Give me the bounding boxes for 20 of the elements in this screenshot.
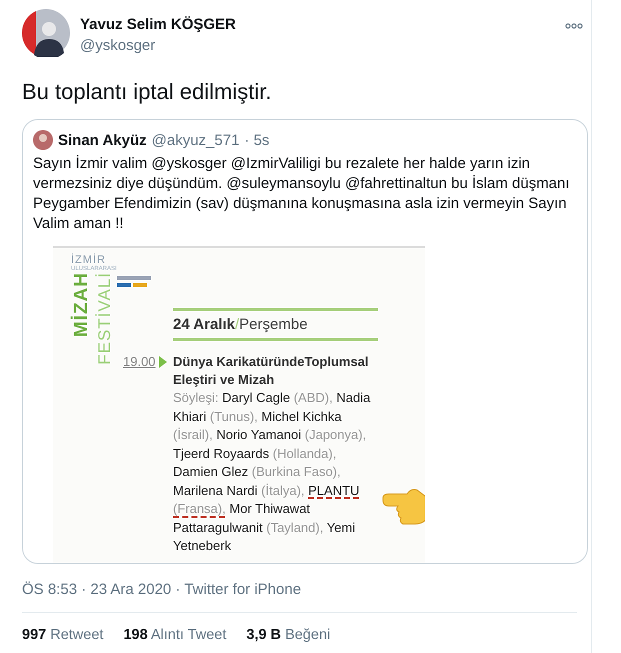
event-weekday: Perşembe xyxy=(239,316,308,333)
stat-link[interactable]: 198 Alıntı Tweet xyxy=(123,627,226,643)
tweet-text: Bu toplantı iptal edilmiştir. xyxy=(22,79,272,105)
tweet-timestamp[interactable]: ÖS 8:53 · 23 Ara 2020 · Twitter for iPhone xyxy=(22,581,591,598)
author-handle[interactable]: @yskosger xyxy=(80,37,236,54)
event-title: Dünya KarikatüründeToplumsal Eleştiri ve Mizah xyxy=(173,353,370,389)
quote-text: Sayın İzmir valim @yskosger @IzmirValiligi bu rezalete her halde yarın izin vermezsiniz diye düşündüm. @suleymansoylu @fahrettinaltun bu İslam düşmanı Peygamber Efendimizin (sav) düşmanına konuşmasına asla izin vermeyin Sayın Valim aman !! xyxy=(33,154,571,234)
quote-handle: @akyuz_571 xyxy=(152,132,240,148)
stat-link[interactable]: 3,9 B Beğeni xyxy=(246,627,330,643)
logo-word: MİZAH xyxy=(71,272,93,338)
quote-author: Sinan Akyüz xyxy=(58,132,147,148)
event-time: 19.00 xyxy=(123,354,156,369)
separator: / xyxy=(235,316,240,333)
stat-link[interactable]: 997 Retweet xyxy=(22,627,104,643)
logo-city: İZMİR xyxy=(71,254,106,266)
event-date: 24 Aralık xyxy=(173,316,235,333)
author-name[interactable]: Yavuz Selim KÖŞGER xyxy=(80,16,236,33)
logo-word: FESTİVALİ xyxy=(95,272,115,365)
speaker-list: Söyleşi: Daryl Cagle (ABD), Nadia Khiari (Tunus), Michel Kichka (İsrail), Norio Yamanoi (Japonya), Tjeerd Royaards (Hollanda), Damien Glez (Burkina Faso), Marilena Nardi (İtalya), PLANTU (Fransa), Mor Thiwawat Pattaragulwanit (Tayland), Yemi Yetneberk xyxy=(173,389,378,556)
quote-age: · 5s xyxy=(244,132,270,148)
